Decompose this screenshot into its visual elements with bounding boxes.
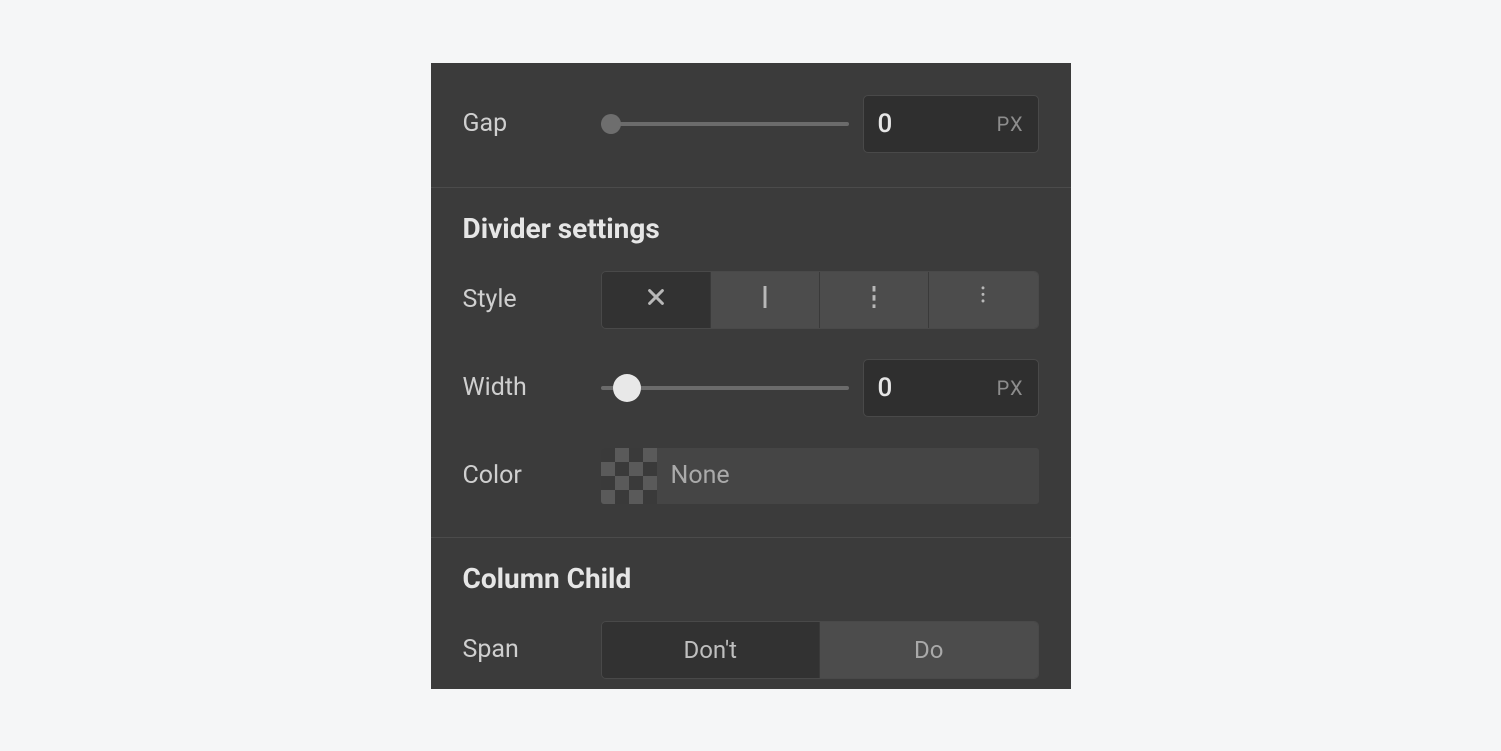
gap-section: Gap 0 PX [431,63,1071,188]
x-icon [645,283,667,317]
gap-slider-track [601,122,849,126]
divider-settings-heading: Divider settings [463,212,1039,245]
span-group: Don't Do [601,621,1039,679]
span-row: Span Don't Do [463,621,1039,679]
divider-style-label: Style [463,285,601,314]
divider-style-control [601,271,1039,329]
divider-width-slider[interactable] [601,376,849,400]
divider-color-value: None [657,461,730,490]
gap-slider[interactable] [601,112,849,136]
divider-settings-section: Divider settings Style [431,188,1071,538]
dashed-line-icon [863,283,885,317]
divider-width-row: Width 0 PX [463,359,1039,417]
span-dont-button[interactable]: Don't [602,622,821,678]
gap-control: 0 PX [601,95,1039,153]
transparent-swatch-icon [601,448,657,504]
span-dont-label: Don't [683,636,737,664]
divider-style-dotted-button[interactable] [929,272,1037,328]
span-control: Don't Do [601,621,1039,679]
divider-color-field[interactable]: None [601,448,1039,504]
span-label: Span [463,635,601,664]
divider-style-none-button[interactable] [602,272,711,328]
settings-panel: Gap 0 PX Divider settings Style [431,63,1071,689]
divider-color-row: Color None [463,447,1039,505]
divider-width-control: 0 PX [601,359,1039,417]
span-do-button[interactable]: Do [820,622,1038,678]
divider-color-label: Color [463,461,601,490]
divider-width-input-unit: PX [997,376,1024,400]
gap-label: Gap [463,109,601,138]
divider-width-input-value: 0 [878,373,893,403]
gap-slider-wrap [601,112,849,136]
span-do-label: Do [914,636,943,664]
divider-style-solid-button[interactable] [711,272,820,328]
column-child-heading: Column Child [463,562,1039,595]
divider-style-dashed-button[interactable] [820,272,929,328]
divider-color-control: None [601,448,1039,504]
divider-style-group [601,271,1039,329]
gap-row: Gap 0 PX [463,95,1039,153]
gap-slider-thumb[interactable] [601,114,621,134]
divider-style-row: Style [463,271,1039,329]
dotted-line-icon [972,283,994,317]
gap-input-unit: PX [997,112,1024,136]
divider-width-input[interactable]: 0 PX [863,359,1039,417]
gap-input-value: 0 [878,109,893,139]
divider-width-slider-wrap [601,376,849,400]
divider-width-label: Width [463,373,601,402]
column-child-section: Column Child Span Don't Do [431,538,1071,689]
divider-width-slider-thumb[interactable] [613,374,641,402]
solid-line-icon [754,283,776,317]
gap-input[interactable]: 0 PX [863,95,1039,153]
